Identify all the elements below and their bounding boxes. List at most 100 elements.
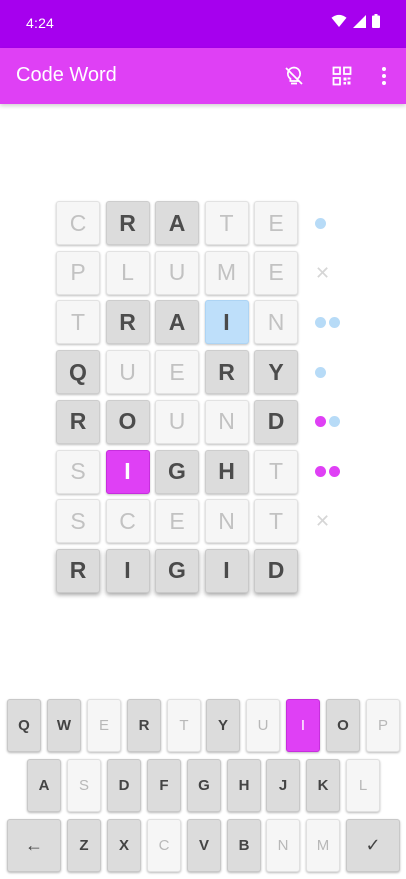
- letter-tile[interactable]: T: [254, 499, 298, 544]
- row-feedback: ✕: [315, 499, 330, 543]
- letter-tile[interactable]: A: [155, 300, 199, 345]
- key-u[interactable]: U: [246, 699, 280, 752]
- wrong-position-dot: [315, 366, 326, 378]
- letter-tile[interactable]: T: [56, 300, 100, 345]
- letter-tile[interactable]: L: [105, 250, 150, 295]
- more-vert-icon: [382, 67, 386, 85]
- backspace-icon: ←: [25, 835, 43, 855]
- backspace-key[interactable]: ←: [7, 819, 61, 872]
- letter-tile[interactable]: C: [56, 201, 100, 245]
- letter-tile[interactable]: I: [204, 300, 249, 345]
- hint-off-button[interactable]: [280, 62, 308, 90]
- letter-tile[interactable]: D: [254, 399, 298, 444]
- key-l[interactable]: L: [346, 759, 380, 812]
- correct-position-dot: [315, 416, 326, 428]
- letter-tile[interactable]: Y: [254, 350, 298, 395]
- letter-tile[interactable]: U: [155, 399, 199, 444]
- app-bar: Code Word: [0, 48, 406, 104]
- row-feedback: ✕: [315, 251, 330, 295]
- letter-tile[interactable]: T: [254, 449, 298, 494]
- row-feedback: [315, 300, 340, 344]
- key-i[interactable]: I: [286, 699, 320, 752]
- letter-tile[interactable]: C: [105, 499, 150, 544]
- row-feedback: [315, 350, 326, 394]
- key-b[interactable]: B: [227, 819, 261, 872]
- wrong-position-dot: [315, 217, 326, 229]
- key-d[interactable]: D: [107, 759, 141, 812]
- key-g[interactable]: G: [187, 759, 221, 812]
- letter-tile[interactable]: A: [155, 201, 199, 245]
- letter-tile[interactable]: R: [56, 399, 100, 444]
- status-time: 4:24: [26, 15, 55, 31]
- letter-tile[interactable]: O: [105, 399, 150, 444]
- key-h[interactable]: H: [227, 759, 261, 812]
- letter-tile[interactable]: I: [105, 449, 150, 494]
- key-z[interactable]: Z: [67, 819, 101, 872]
- qr-code-button[interactable]: [328, 62, 356, 90]
- letter-tile[interactable]: E: [155, 499, 199, 544]
- letter-tile[interactable]: N: [204, 499, 249, 544]
- letter-tile[interactable]: Q: [56, 350, 100, 395]
- wrong-position-dot: [329, 316, 340, 328]
- key-k[interactable]: K: [306, 759, 340, 812]
- letter-tile[interactable]: R: [204, 350, 249, 395]
- key-o[interactable]: O: [326, 699, 360, 752]
- key-e[interactable]: E: [87, 699, 121, 752]
- letter-tile[interactable]: S: [56, 499, 100, 544]
- letter-tile[interactable]: R: [105, 201, 150, 245]
- app-title: Code Word: [16, 64, 117, 86]
- wrong-position-dot: [315, 316, 326, 328]
- row-feedback: [315, 400, 340, 444]
- key-s[interactable]: S: [67, 759, 101, 812]
- correct-position-dot: [329, 466, 340, 477]
- key-c[interactable]: C: [147, 819, 181, 872]
- key-m[interactable]: M: [306, 819, 340, 872]
- key-w[interactable]: W: [47, 699, 81, 752]
- battery-icon: [372, 14, 380, 28]
- key-q[interactable]: Q: [7, 699, 41, 752]
- key-j[interactable]: J: [266, 759, 300, 812]
- no-match-icon: ✕: [315, 262, 331, 283]
- key-p[interactable]: P: [366, 699, 400, 752]
- letter-tile[interactable]: S: [56, 449, 100, 494]
- key-f[interactable]: F: [147, 759, 181, 812]
- letter-tile[interactable]: I: [105, 548, 150, 593]
- key-y[interactable]: Y: [206, 699, 240, 752]
- letter-tile[interactable]: G: [155, 548, 199, 593]
- key-r[interactable]: R: [127, 699, 161, 752]
- letter-tile[interactable]: H: [204, 449, 249, 494]
- letter-tile[interactable]: U: [155, 250, 199, 295]
- letter-tile[interactable]: D: [254, 548, 298, 593]
- letter-tile[interactable]: P: [56, 250, 100, 295]
- letter-tile[interactable]: T: [204, 201, 249, 245]
- letter-tile[interactable]: G: [155, 449, 199, 494]
- hint-off-icon: [285, 66, 303, 85]
- letter-tile[interactable]: E: [254, 250, 298, 295]
- letter-tile[interactable]: I: [204, 548, 249, 593]
- row-feedback: [315, 201, 326, 245]
- status-bar: 4:24: [0, 0, 406, 48]
- signal-icon: [353, 14, 366, 28]
- row-feedback: [315, 450, 340, 494]
- check-icon: ✓: [365, 835, 381, 855]
- letter-tile[interactable]: E: [254, 201, 298, 245]
- wifi-icon: [331, 14, 347, 27]
- key-a[interactable]: A: [27, 759, 61, 812]
- letter-tile[interactable]: N: [254, 300, 298, 345]
- letter-tile[interactable]: M: [204, 250, 249, 295]
- letter-tile[interactable]: U: [105, 350, 150, 395]
- key-t[interactable]: T: [167, 699, 201, 752]
- more-options-button[interactable]: [370, 62, 398, 90]
- qr-code-icon: [332, 66, 352, 86]
- correct-position-dot: [315, 466, 326, 477]
- letter-tile[interactable]: E: [155, 350, 199, 395]
- key-n[interactable]: N: [266, 819, 300, 872]
- wrong-position-dot: [329, 416, 340, 428]
- submit-key[interactable]: ✓: [346, 819, 400, 872]
- key-v[interactable]: V: [187, 819, 221, 872]
- key-x[interactable]: X: [107, 819, 141, 872]
- letter-tile[interactable]: N: [204, 399, 249, 444]
- letter-tile[interactable]: R: [105, 300, 150, 345]
- letter-tile[interactable]: R: [56, 548, 100, 593]
- status-icons: [331, 14, 380, 28]
